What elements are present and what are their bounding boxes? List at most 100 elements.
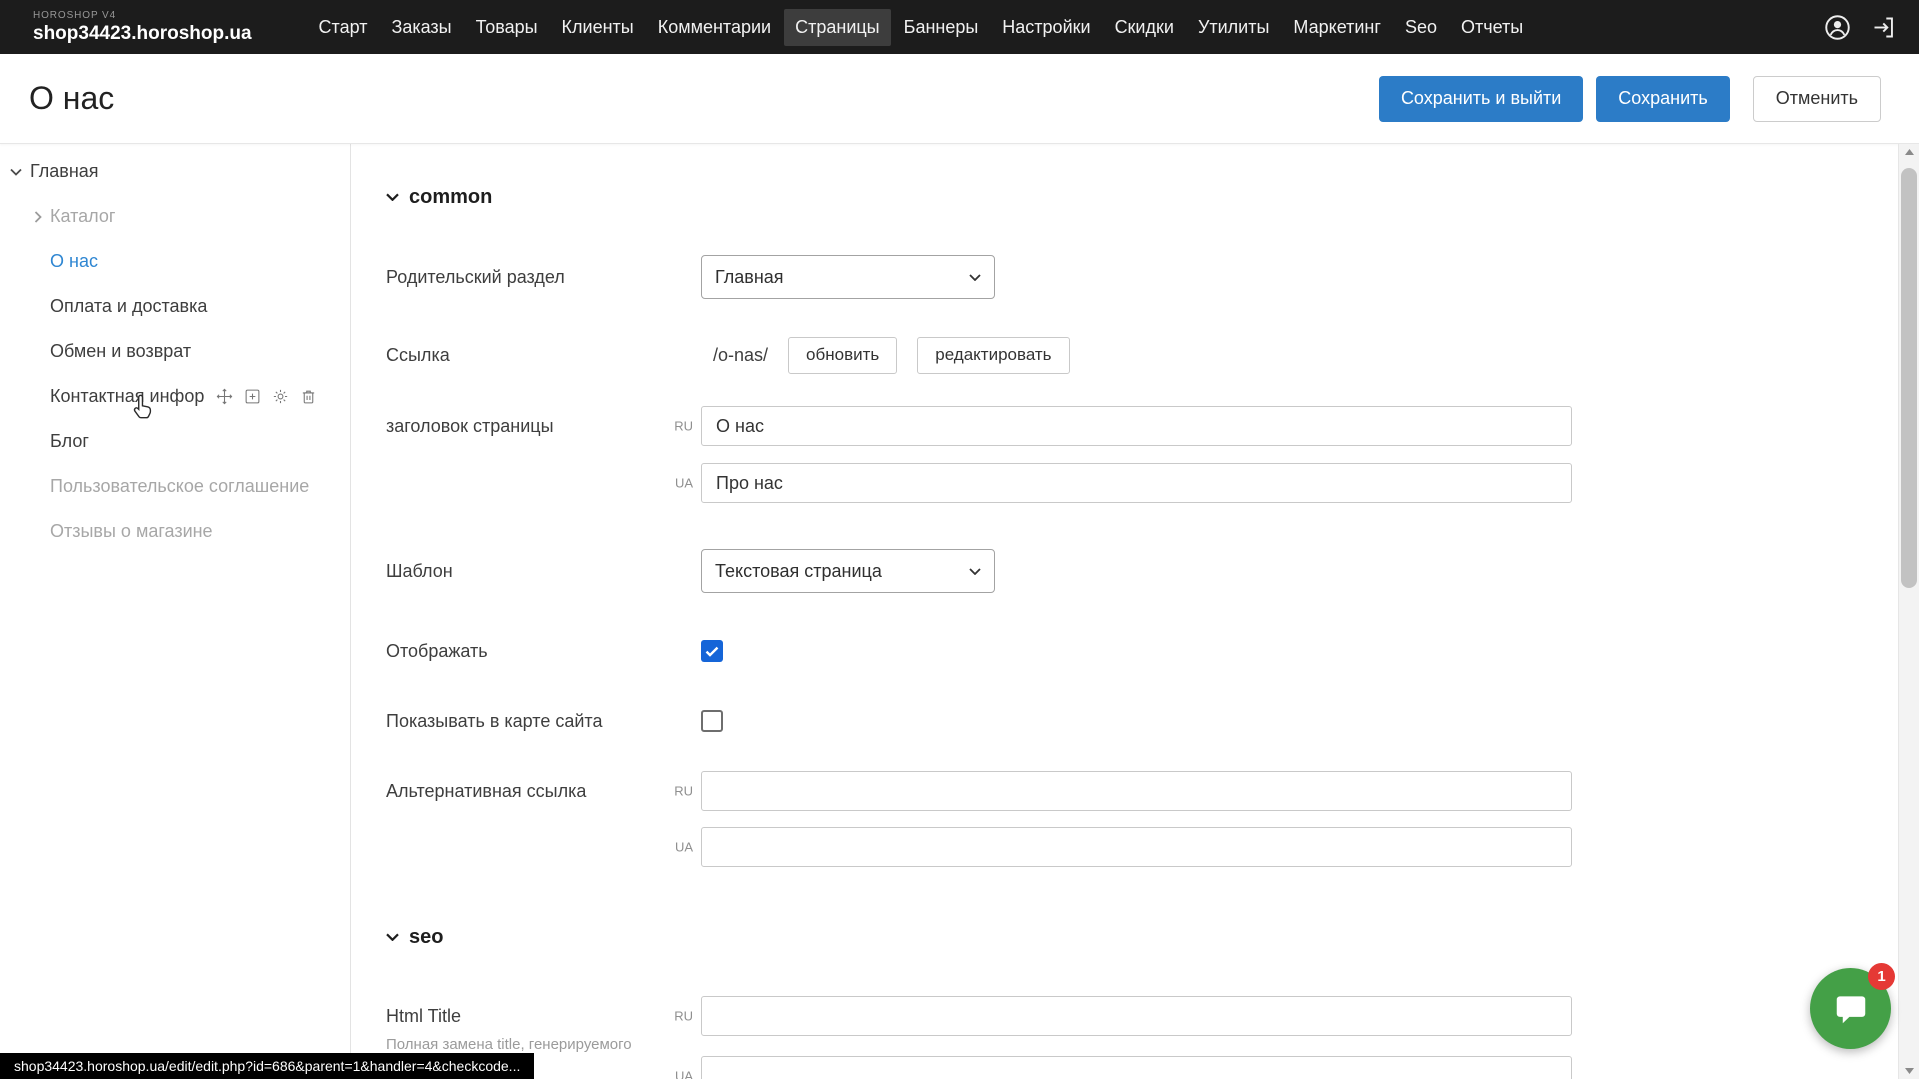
section-seo[interactable]: seo: [386, 922, 1919, 952]
page-title-ru-input[interactable]: [701, 406, 1572, 446]
menu-item-settings[interactable]: Настройки: [991, 9, 1101, 46]
menu-item-products[interactable]: Товары: [465, 9, 549, 46]
sidebar-item-o-nas[interactable]: О нас: [0, 239, 350, 284]
field-label: Альтернативная ссылка: [386, 781, 701, 802]
page-title-ua-input[interactable]: [701, 463, 1572, 503]
sidebar-item-glavnaya[interactable]: Главная: [0, 149, 350, 194]
brand-logo[interactable]: HOROSHOP V4 shop34423.horoshop.ua: [33, 11, 252, 43]
menu-item-start[interactable]: Старт: [308, 9, 379, 46]
sidebar-item-label: Главная: [30, 161, 99, 182]
lang-tag-ua: UA: [665, 1069, 693, 1079]
menu-item-orders[interactable]: Заказы: [380, 9, 462, 46]
page-title: О нас: [29, 80, 114, 117]
page-header: О нас Сохранить и выйти Сохранить Отмени…: [0, 54, 1919, 144]
save-and-exit-button[interactable]: Сохранить и выйти: [1379, 76, 1583, 122]
parent-section-select[interactable]: Главная: [701, 255, 995, 299]
field-label: Показывать в карте сайта: [386, 711, 701, 732]
chevron-right-icon[interactable]: [34, 211, 42, 223]
menu-item-banners[interactable]: Баннеры: [893, 9, 990, 46]
main-menu: Старт Заказы Товары Клиенты Комментарии …: [308, 9, 1535, 46]
field-label: Родительский раздел: [386, 267, 701, 288]
check-icon: [705, 646, 719, 657]
link-field: Ссылка /o-nas/ обновить редактировать: [386, 336, 1919, 374]
lang-tag-ua: UA: [665, 476, 693, 491]
menu-item-discounts[interactable]: Скидки: [1104, 9, 1185, 46]
chat-bubble-icon: [1832, 990, 1870, 1028]
sidebar-item-label: Оплата и доставка: [50, 296, 207, 317]
chevron-down-icon: [969, 568, 981, 575]
sidebar-item-label: Блог: [50, 431, 89, 452]
sidebar-item-obmen-i-vozvrat[interactable]: Обмен и возврат: [0, 329, 350, 374]
brand-domain: shop34423.horoshop.ua: [33, 24, 252, 43]
save-button[interactable]: Сохранить: [1596, 76, 1729, 122]
menu-item-seo[interactable]: Seo: [1394, 9, 1448, 46]
field-label: Html Title Полная замена title, генериру…: [386, 1006, 701, 1027]
menu-item-utilities[interactable]: Утилиты: [1187, 9, 1280, 46]
field-label: Отображать: [386, 641, 701, 662]
page-title-ua-field: UA: [386, 463, 1919, 503]
scroll-down-icon[interactable]: [1899, 1068, 1919, 1074]
vertical-scrollbar[interactable]: [1898, 144, 1919, 1079]
select-value: Текстовая страница: [715, 561, 882, 582]
parent-section-field: Родительский раздел Главная: [386, 255, 1919, 299]
drag-move-icon[interactable]: [216, 388, 233, 405]
sidebar-item-katalog[interactable]: Каталог: [0, 194, 350, 239]
field-label: Шаблон: [386, 561, 701, 582]
brand-version: HOROSHOP V4: [33, 11, 252, 21]
sidebar-item-otzyvy-o-magazine[interactable]: Отзывы о магазине: [0, 509, 350, 554]
section-common[interactable]: common: [386, 182, 1919, 212]
html-title-ru-input[interactable]: [701, 996, 1572, 1036]
cancel-button[interactable]: Отменить: [1753, 76, 1881, 122]
display-checkbox[interactable]: [701, 640, 723, 662]
gear-icon[interactable]: [272, 388, 289, 405]
sitemap-field: Показывать в карте сайта: [386, 710, 1919, 732]
sitemap-checkbox[interactable]: [701, 710, 723, 732]
html-title-ua-field: UA: [386, 1056, 1919, 1079]
sidebar-item-label: О нас: [50, 251, 98, 272]
chevron-down-icon[interactable]: [10, 168, 22, 176]
scrollbar-thumb[interactable]: [1901, 168, 1917, 588]
html-title-ua-input[interactable]: [701, 1056, 1572, 1079]
alt-link-ru-input[interactable]: [701, 771, 1572, 811]
chevron-down-icon: [969, 274, 981, 281]
sidebar-item-label: Отзывы о магазине: [50, 521, 213, 542]
tree-row-actions: [216, 388, 317, 405]
trash-icon[interactable]: [300, 388, 317, 405]
alt-link-ua-field: UA: [386, 827, 1919, 867]
alt-link-ua-input[interactable]: [701, 827, 1572, 867]
page-title-ru-field: заголовок страницы RU: [386, 406, 1919, 446]
field-hint: Полная замена title, генерируемого: [386, 1036, 632, 1053]
header-actions: Сохранить и выйти Сохранить Отменить: [1379, 76, 1881, 122]
scroll-up-icon[interactable]: [1899, 149, 1919, 155]
chat-widget-button[interactable]: 1: [1810, 968, 1891, 1049]
template-field: Шаблон Текстовая страница: [386, 549, 1919, 593]
menu-item-clients[interactable]: Клиенты: [551, 9, 645, 46]
page-edit-form: common Родительский раздел Главная Ссылк…: [351, 144, 1919, 1079]
link-refresh-button[interactable]: обновить: [788, 337, 897, 374]
sidebar-item-label: Каталог: [50, 206, 115, 227]
field-label-text: Html Title: [386, 1006, 461, 1026]
sidebar-item-label: Пользовательское соглашение: [50, 476, 309, 497]
sidebar-item-kontaktnaya-infor[interactable]: Контактная инфор: [0, 374, 350, 419]
logout-icon[interactable]: [1870, 14, 1897, 41]
section-title: seo: [409, 926, 443, 949]
page-body: Главная Каталог О нас Оплата и доставка …: [0, 144, 1919, 1079]
template-select[interactable]: Текстовая страница: [701, 549, 995, 593]
sidebar-item-oplata-i-dostavka[interactable]: Оплата и доставка: [0, 284, 350, 329]
add-page-icon[interactable]: [244, 388, 261, 405]
chat-badge: 1: [1868, 963, 1895, 990]
sidebar-item-label: Контактная инфор: [50, 386, 204, 407]
menu-item-pages[interactable]: Страницы: [784, 9, 891, 46]
sidebar-item-polzovatelskoe-soglashenie[interactable]: Пользовательское соглашение: [0, 464, 350, 509]
chevron-down-icon: [386, 193, 399, 201]
link-edit-button[interactable]: редактировать: [917, 337, 1069, 374]
display-field: Отображать: [386, 640, 1919, 662]
account-icon[interactable]: [1823, 13, 1852, 42]
menu-item-comments[interactable]: Комментарии: [647, 9, 782, 46]
menu-item-marketing[interactable]: Маркетинг: [1282, 9, 1392, 46]
link-path: /o-nas/: [701, 345, 768, 366]
sidebar-item-blog[interactable]: Блог: [0, 419, 350, 464]
html-title-ru-field: Html Title Полная замена title, генериру…: [386, 996, 1919, 1036]
menu-item-reports[interactable]: Отчеты: [1450, 9, 1534, 46]
lang-tag-ru: RU: [665, 784, 693, 799]
